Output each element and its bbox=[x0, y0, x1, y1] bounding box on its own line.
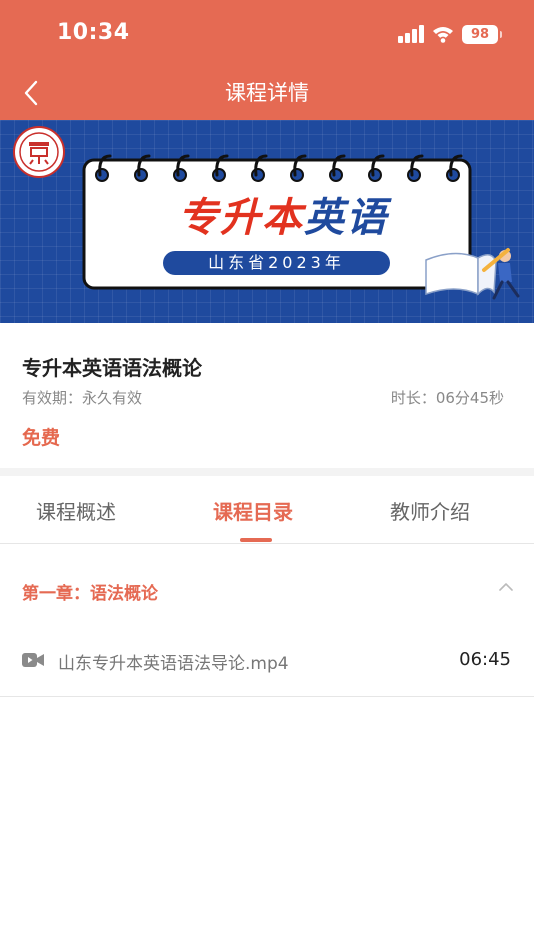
lesson-item[interactable]: 山东专升本英语语法导论.mp4 06:45 bbox=[0, 635, 534, 697]
battery-icon: 98 bbox=[462, 24, 502, 44]
open-book-icon bbox=[425, 252, 497, 296]
status-icons: 98 bbox=[398, 24, 502, 44]
page-title: 课程详情 bbox=[225, 81, 309, 105]
course-info: 专升本英语语法概论 有效期：永久有效 时长：06分45秒 免费 bbox=[0, 323, 534, 468]
signal-icon bbox=[398, 25, 424, 43]
chevron-up-icon bbox=[499, 583, 513, 591]
battery-level: 98 bbox=[470, 26, 490, 42]
banner-title-part2: 英语 bbox=[304, 195, 388, 241]
tab-teacher[interactable]: 教师介绍 bbox=[390, 496, 470, 525]
status-time: 10:34 bbox=[57, 20, 130, 45]
school-logo-icon bbox=[13, 126, 65, 178]
tab-indicator bbox=[240, 538, 272, 542]
course-price: 免费 bbox=[22, 427, 61, 449]
status-bar: 10:34 98 bbox=[0, 0, 534, 66]
chapter-header[interactable]: 第一章：语法概论 bbox=[0, 545, 534, 635]
course-banner: 专升本英语 山东省2023年 bbox=[0, 120, 534, 323]
tab-bar: 课程概述 课程目录 教师介绍 bbox=[0, 476, 534, 544]
nav-bar: 课程详情 bbox=[0, 66, 534, 120]
tab-catalog[interactable]: 课程目录 bbox=[213, 496, 293, 525]
banner-title: 专升本英语 bbox=[138, 185, 428, 243]
course-title: 专升本英语语法概论 bbox=[22, 356, 202, 380]
lesson-name: 山东专升本英语语法导论.mp4 bbox=[58, 654, 289, 674]
banner-subtitle: 山东省2023年 bbox=[163, 251, 390, 275]
course-duration: 时长：06分45秒 bbox=[390, 389, 504, 407]
video-icon bbox=[22, 653, 44, 667]
tab-overview[interactable]: 课程概述 bbox=[36, 496, 116, 525]
course-validity: 有效期：永久有效 bbox=[22, 389, 143, 407]
banner-title-part1: 专升本 bbox=[178, 195, 304, 241]
lesson-duration: 06:45 bbox=[459, 649, 511, 670]
wifi-icon bbox=[433, 27, 453, 43]
chapter-title: 第一章：语法概论 bbox=[22, 584, 158, 604]
section-divider bbox=[0, 468, 534, 476]
